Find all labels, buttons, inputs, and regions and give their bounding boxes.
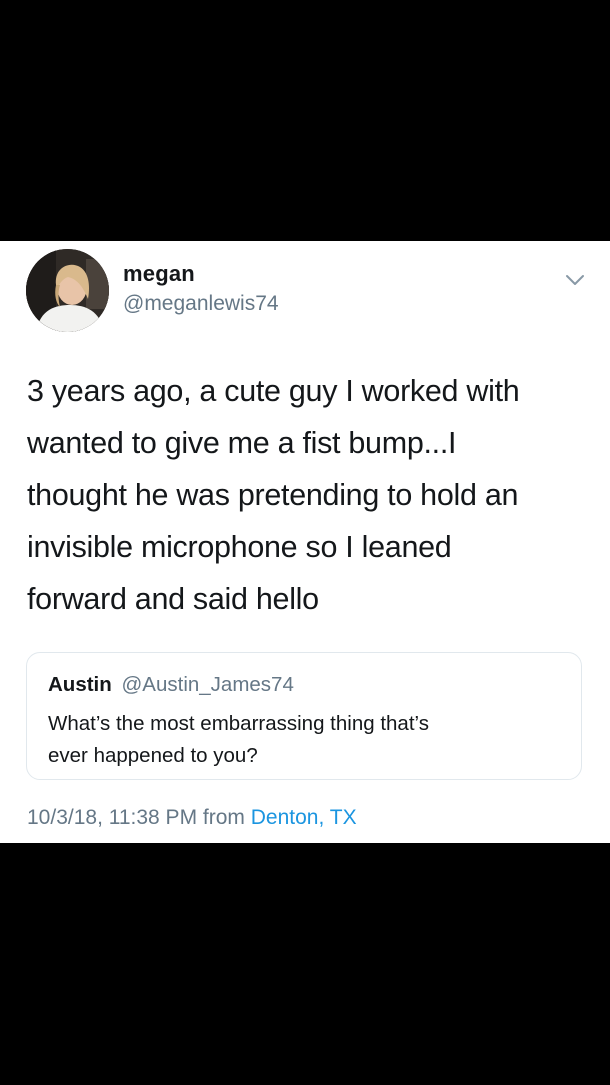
quoted-tweet-header: Austin @Austin_James74 [48,673,294,697]
tweet-text: 3 years ago, a cute guy I worked with wa… [27,365,587,625]
quoted-tweet[interactable]: Austin @Austin_James74 What’s the most e… [26,652,582,780]
from-label: from [202,806,245,829]
top-black-bar [0,0,610,241]
tweet-card: megan @meganlewis74 3 years ago, a cute … [0,241,610,843]
quoted-text-line: What’s the most embarrassing thing that’… [48,712,429,735]
tweet-text-line: wanted to give me a fist bump...I [27,426,457,460]
quoted-author-name: Austin [48,673,112,696]
author-handle[interactable]: @meganlewis74 [123,292,279,316]
chevron-down-icon[interactable] [562,267,588,293]
tweet-text-line: forward and said hello [27,582,319,616]
avatar[interactable] [26,249,109,332]
tweet-text-line: invisible microphone so I leaned [27,530,452,564]
profile-photo-icon [26,249,109,332]
timestamp[interactable]: 10/3/18, 11:38 PM [27,806,197,829]
quoted-text-line: ever happened to you? [48,744,258,767]
author-display-name[interactable]: megan [123,261,195,287]
tweet-text-line: thought he was pretending to hold an [27,478,519,512]
bottom-black-bar [0,843,610,1085]
tweet-text-line: 3 years ago, a cute guy I worked with [27,374,520,408]
quoted-author-handle: @Austin_James74 [121,673,294,696]
quoted-tweet-text: What’s the most embarrassing thing that’… [48,708,568,772]
location-link[interactable]: Denton, TX [251,806,357,829]
tweet-meta: 10/3/18, 11:38 PM from Denton, TX [27,806,357,830]
